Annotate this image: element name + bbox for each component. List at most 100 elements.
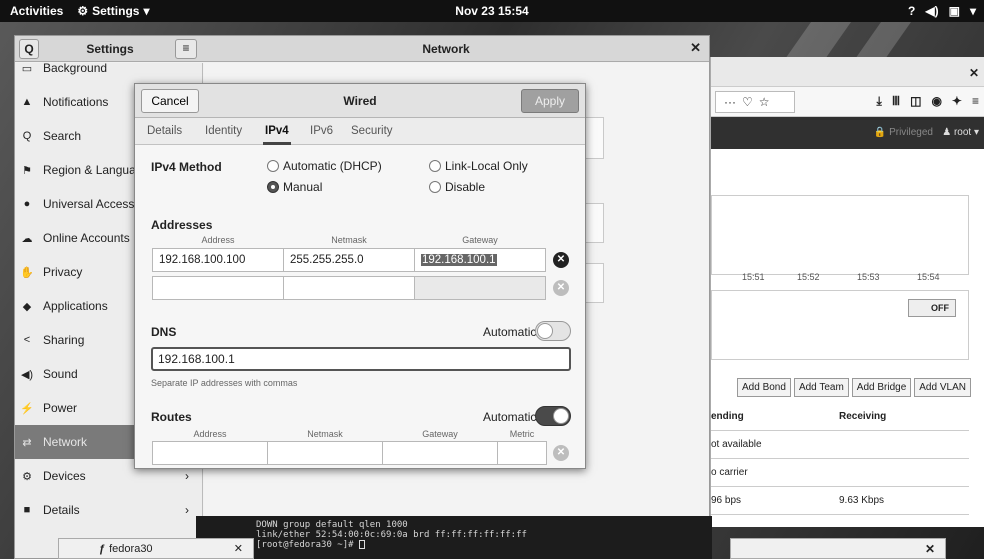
remove-address-button[interactable]: ✕ [553,252,569,268]
cursor [358,540,365,549]
table-row[interactable]: 96 bps 9.63 Kbps [711,487,969,515]
panel-title: Network [422,42,470,56]
netmask-field[interactable]: 255.255.255.0 [283,248,415,272]
route-address-header: Address [193,429,227,439]
graph-tick: 15:54 [917,272,940,282]
background-icon: ▭ [21,62,33,75]
sidebar-item-label: Universal Access [43,197,135,211]
table-row[interactable]: o carrier [711,459,969,487]
menu-icon[interactable]: ≡ [972,94,979,109]
routes-automatic-toggle[interactable] [535,406,571,426]
routes-label: Routes [151,410,192,424]
cancel-button[interactable]: Cancel [141,89,199,113]
gateway-field[interactable] [414,276,546,300]
sidebar-icon[interactable]: ◫ [910,94,921,109]
taskbar-item-fedora30[interactable]: ƒ fedora30 ✕ [58,538,254,559]
apps-icon: ◆ [22,300,32,313]
add-bridge-button[interactable]: Add Bridge [851,378,912,397]
address-row: 192.168.100.100 255.255.255.0 192.168.10… [152,248,546,272]
battery-icon: ▣ [948,4,960,18]
power-icon: ⚡ [20,402,34,415]
radio-indicator [267,181,279,193]
browser-window: ✕ ··· ♡ ☆ ⤓ Ⅲ ◫ ◉ ✦ ≡ 🔒 Privileged ♟ roo… [710,57,984,527]
library-icon[interactable]: Ⅲ [892,94,900,109]
account-icon[interactable]: ◉ [931,94,941,109]
taskbar-item[interactable]: ✕ [730,538,946,559]
bookmark-star-icon[interactable]: ☆ [759,95,770,109]
tab-details[interactable]: Details [147,125,182,137]
search-icon: Q [22,130,32,142]
close-icon[interactable]: ✕ [234,542,243,555]
sending-cell: o carrier [711,467,748,478]
tab-security[interactable]: Security [351,125,393,137]
route-metric-field[interactable] [497,441,547,465]
route-netmask-field[interactable] [267,441,383,465]
terminal-line: [root@fedora30 ~]# [256,540,712,550]
pocket-icon[interactable]: ♡ [742,95,753,109]
sidebar-item-label: Sharing [43,333,85,347]
close-icon[interactable]: ✕ [969,66,979,80]
radio-label: Link-Local Only [445,159,528,173]
extension-icon[interactable]: ✦ [952,94,962,109]
table-row[interactable]: ot available [711,431,969,459]
privileged-indicator[interactable]: 🔒 Privileged [874,127,933,138]
radio-manual[interactable]: Manual [267,180,322,194]
radio-disable[interactable]: Disable [429,180,485,194]
apply-button[interactable]: Apply [521,89,579,113]
hand-icon: ✋ [20,266,34,279]
firewall-toggle[interactable]: OFF [908,299,956,317]
add-bond-button[interactable]: Add Bond [737,378,791,397]
remove-address-button[interactable]: ✕ [553,280,569,296]
share-icon: < [23,334,31,346]
details-icon: ■ [23,504,31,516]
system-tray[interactable]: ? ◀) ▣ ▾ [908,0,976,22]
add-team-button[interactable]: Add Team [793,378,849,397]
toggle-knob [537,323,553,339]
more-icon[interactable]: ··· [724,95,736,109]
browser-toolbar-icons: ⤓ Ⅲ ◫ ◉ ✦ ≡ [877,94,980,109]
url-bar-actions[interactable]: ··· ♡ ☆ [715,91,795,113]
close-icon[interactable]: ✕ [690,40,701,56]
tab-identity[interactable]: Identity [205,125,242,137]
netmask-field[interactable] [283,276,415,300]
terminal-prompt: [root@fedora30 ~]# [256,540,359,550]
gateway-field[interactable]: 192.168.100.1 [414,248,546,272]
terminal-window[interactable]: DOWN group default qlen 1000 link/ether … [196,516,712,559]
sidebar-item-label: Search [43,129,82,143]
volume-icon: ◀) [925,4,939,18]
route-gateway-field[interactable] [382,441,498,465]
interface-buttons: Add Bond Add Team Add Bridge Add VLAN [737,378,971,397]
close-icon[interactable]: ✕ [925,542,935,556]
network-graph: 15:51 15:52 15:53 15:54 [711,195,969,282]
tab-ipv4[interactable]: IPv4 [263,125,291,145]
add-vlan-button[interactable]: Add VLAN [914,378,971,397]
dns-automatic-toggle[interactable] [535,321,571,341]
sidebar-item-background[interactable]: ▭ Background [15,51,203,85]
address-row [152,276,546,300]
user-menu[interactable]: ♟ root ▾ [942,127,979,138]
sidebar-item-details[interactable]: ■ Details › [15,493,203,527]
activities-button[interactable]: Activities [10,4,63,18]
address-field[interactable] [152,276,284,300]
app-menu[interactable]: ⚙ Settings ▾ [77,4,149,18]
user-icon: ♟ [942,127,954,138]
route-row [152,441,547,465]
tab-ipv6[interactable]: IPv6 [310,125,333,137]
route-address-field[interactable] [152,441,268,465]
gear-icon: ⚙ [77,4,89,18]
dns-input[interactable]: 192.168.100.1 [151,347,571,371]
dialog-header: Cancel Wired Apply [135,84,585,118]
address-column-header: Address [201,235,235,245]
radio-automatic-dhcp[interactable]: Automatic (DHCP) [267,159,382,173]
firewall-panel: OFF [711,290,969,360]
radio-link-local[interactable]: Link-Local Only [429,159,528,173]
download-icon[interactable]: ⤓ [877,94,882,109]
column-header: ending [711,411,744,422]
remove-route-button[interactable]: ✕ [553,445,569,461]
address-field[interactable]: 192.168.100.100 [152,248,284,272]
top-bar: Activities ⚙ Settings ▾ Nov 23 15:54 ? ◀… [0,0,984,22]
graph-tick: 15:53 [857,272,880,282]
network-icon: ⇄ [22,436,32,449]
sidebar-item-label: Applications [43,299,108,313]
addresses-label: Addresses [151,218,213,232]
